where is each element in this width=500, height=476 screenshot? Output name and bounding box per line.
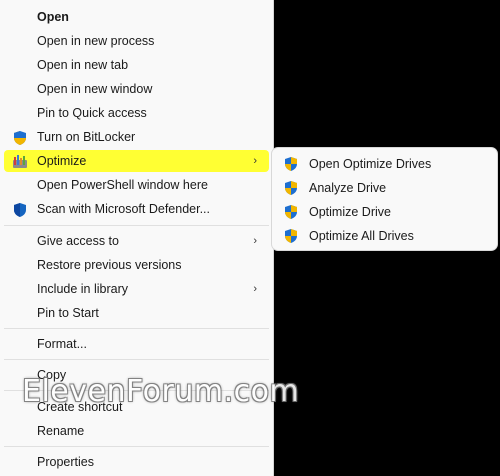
menu-separator <box>4 225 269 226</box>
submenu-item-label: Analyze Drive <box>309 181 387 195</box>
menu-item-include-library[interactable]: Include in library › <box>4 278 269 300</box>
submenu-item-optimize-all-drives[interactable]: Optimize All Drives <box>276 225 493 247</box>
uac-shield-icon <box>283 204 299 220</box>
submenu-item-analyze-drive[interactable]: Analyze Drive <box>276 177 493 199</box>
chevron-right-icon: › <box>253 155 257 167</box>
menu-item-restore-versions[interactable]: Restore previous versions <box>4 254 269 276</box>
menu-item-defender-scan[interactable]: Scan with Microsoft Defender... <box>4 198 269 220</box>
uac-shield-icon <box>283 180 299 196</box>
menu-item-rename[interactable]: Rename <box>4 420 269 442</box>
context-menu: Open Open in new process Open in new tab… <box>0 0 274 476</box>
submenu-item-open-optimize-drives[interactable]: Open Optimize Drives <box>276 153 493 175</box>
menu-item-pin-start[interactable]: Pin to Start <box>4 302 269 324</box>
menu-item-open-new-window[interactable]: Open in new window <box>4 78 269 100</box>
submenu-item-label: Open Optimize Drives <box>309 157 432 171</box>
menu-item-label: Properties <box>37 455 94 469</box>
menu-item-label: Copy <box>37 368 67 382</box>
uac-shield-icon <box>283 156 299 172</box>
menu-item-label: Include in library <box>37 282 129 296</box>
menu-item-label: Open PowerShell window here <box>37 178 208 192</box>
defender-shield-icon <box>12 202 28 218</box>
menu-item-powershell[interactable]: Open PowerShell window here <box>4 174 269 196</box>
submenu-item-label: Optimize Drive <box>309 205 391 219</box>
submenu-item-label: Optimize All Drives <box>309 229 414 243</box>
menu-separator <box>4 446 269 447</box>
menu-item-properties[interactable]: Properties <box>4 451 269 473</box>
menu-item-label: Pin to Quick access <box>37 106 147 120</box>
menu-item-label: Format... <box>37 337 88 351</box>
chevron-right-icon: › <box>253 235 257 247</box>
uac-shield-icon <box>283 228 299 244</box>
menu-item-label: Give access to <box>37 234 119 248</box>
menu-separator <box>4 328 269 329</box>
menu-item-label: Open in new window <box>37 82 153 96</box>
menu-item-label: Turn on BitLocker <box>37 130 136 144</box>
menu-item-label: Pin to Start <box>37 306 99 320</box>
menu-item-label: Scan with Microsoft Defender... <box>37 202 210 216</box>
menu-item-label: Open <box>37 10 69 24</box>
menu-item-open[interactable]: Open <box>4 6 269 28</box>
menu-item-open-new-tab[interactable]: Open in new tab <box>4 54 269 76</box>
menu-item-give-access[interactable]: Give access to › <box>4 230 269 252</box>
menu-item-label: Create shortcut <box>37 400 123 414</box>
menu-item-label: Restore previous versions <box>37 258 182 272</box>
menu-item-bitlocker[interactable]: Turn on BitLocker <box>4 126 269 148</box>
shield-icon <box>12 130 28 146</box>
menu-item-pin-quick-access[interactable]: Pin to Quick access <box>4 102 269 124</box>
menu-item-copy[interactable]: Copy <box>4 364 269 386</box>
menu-separator <box>4 390 269 391</box>
optimize-submenu: Open Optimize Drives Analyze Drive Optim… <box>271 147 498 251</box>
chevron-right-icon: › <box>253 283 257 295</box>
menu-item-label: Optimize <box>37 154 87 168</box>
menu-item-label: Open in new process <box>37 34 155 48</box>
menu-item-format[interactable]: Format... <box>4 333 269 355</box>
submenu-item-optimize-drive[interactable]: Optimize Drive <box>276 201 493 223</box>
menu-separator <box>4 359 269 360</box>
menu-item-label: Rename <box>37 424 85 438</box>
defrag-icon <box>12 154 28 170</box>
menu-item-optimize[interactable]: Optimize › <box>4 150 269 172</box>
menu-item-open-new-process[interactable]: Open in new process <box>4 30 269 52</box>
menu-item-create-shortcut[interactable]: Create shortcut <box>4 396 269 418</box>
menu-item-label: Open in new tab <box>37 58 129 72</box>
